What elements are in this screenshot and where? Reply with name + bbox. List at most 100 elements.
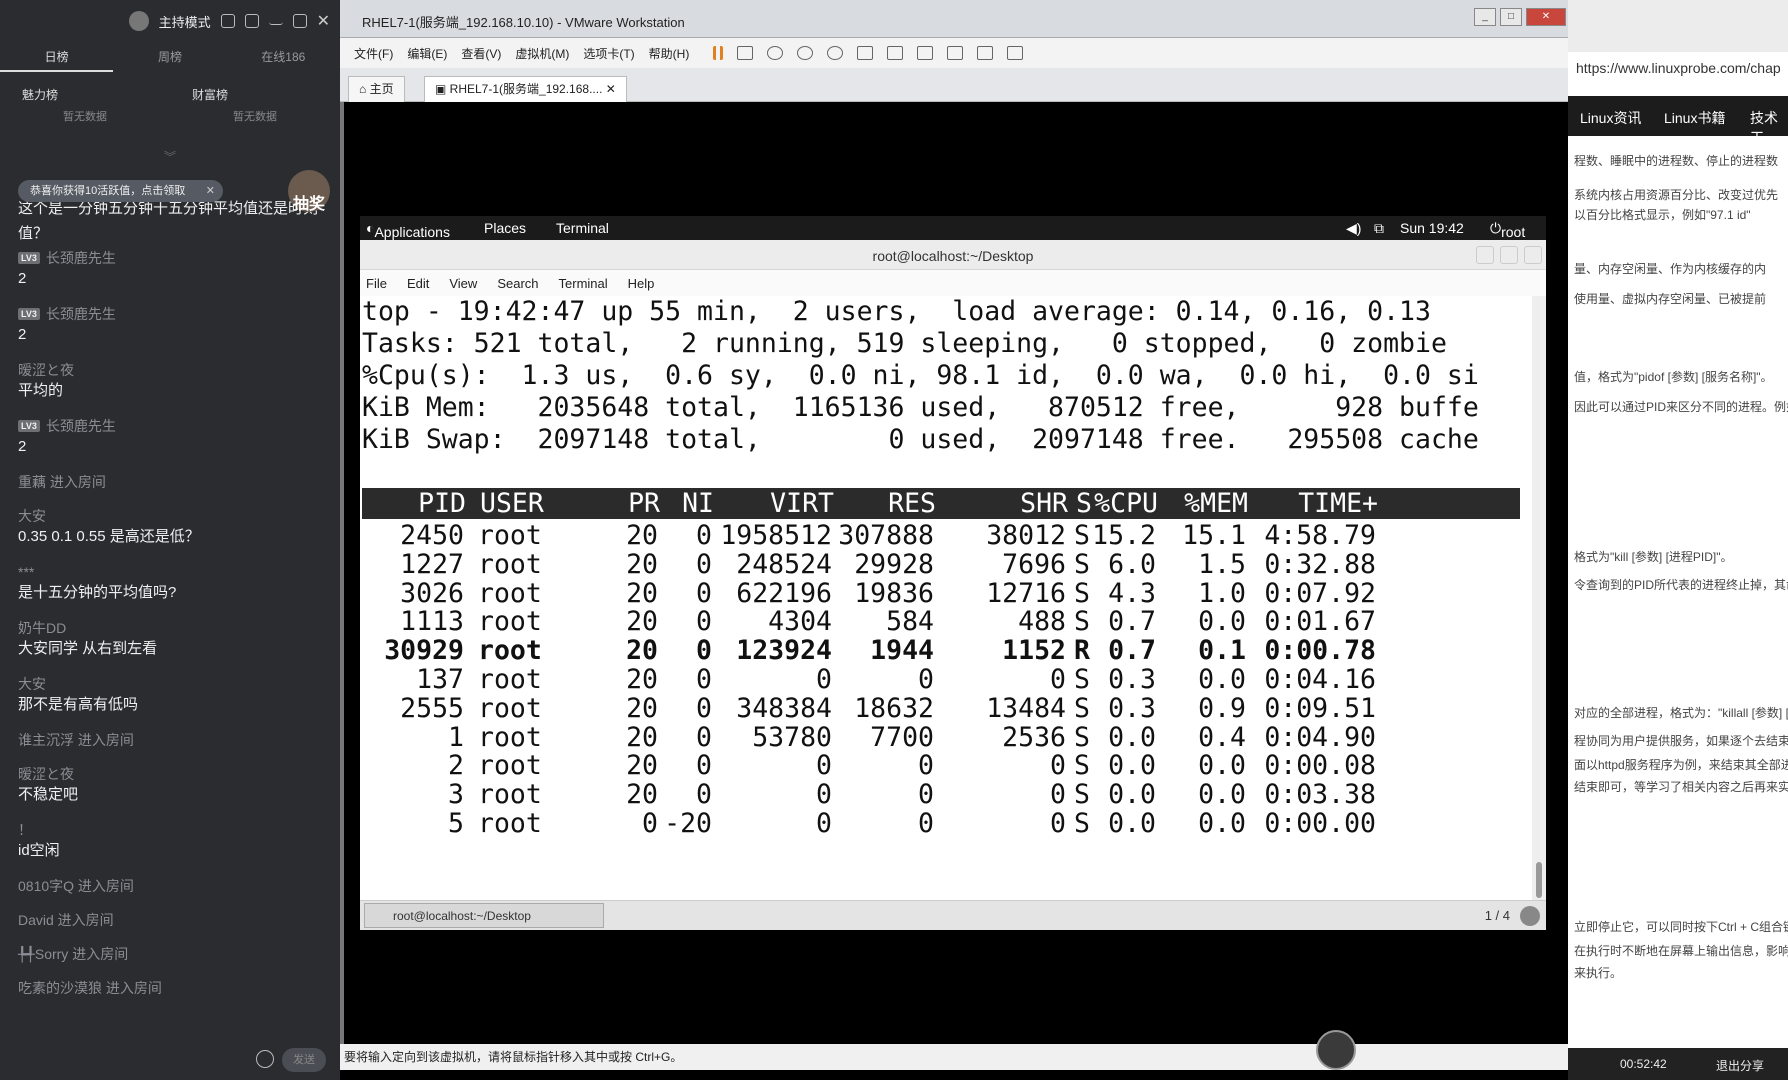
chat-nick[interactable]: 暧涩と夜 (18, 764, 328, 784)
terminal-scrollbar[interactable] (1532, 296, 1546, 906)
pause-icon[interactable] (713, 46, 724, 60)
tab-weekly[interactable]: 周榜 (113, 42, 226, 72)
wealth-rank[interactable]: 财富榜 (170, 82, 340, 108)
thumbnail-icon[interactable] (887, 46, 904, 60)
cell-pr: 20 (626, 750, 658, 782)
tab-vm[interactable]: ▣ RHEL7-1(服务端_192.168.... ✕ (424, 76, 627, 102)
menu-vm[interactable]: 虚拟机(M) (515, 45, 569, 62)
unity-icon[interactable] (947, 46, 964, 60)
chat-nick[interactable]: 大安 (18, 674, 328, 694)
exit-share-button[interactable]: 退出分享 (1716, 1057, 1764, 1074)
chat-nick[interactable]: LV3 长颈鹿先生 (18, 304, 328, 324)
clock[interactable]: Sun 19:42 (1400, 220, 1464, 236)
chat-nick[interactable]: 0810字Q 进入房间 (18, 876, 328, 896)
menu-terminal[interactable]: Terminal (559, 276, 608, 291)
toast-close-icon[interactable]: ✕ (206, 180, 215, 202)
sidebar-icon[interactable] (857, 46, 874, 60)
minimize-icon[interactable] (268, 17, 283, 25)
close-icon[interactable]: ✕ (317, 11, 330, 31)
tab-online[interactable]: 在线186 (227, 42, 340, 72)
menu-search[interactable]: Search (497, 276, 538, 291)
terminal-maximize-button[interactable] (1500, 246, 1518, 264)
cell-res: 0 (918, 808, 934, 839)
places-menu[interactable]: Places (484, 220, 526, 236)
stretch-icon[interactable] (1007, 46, 1024, 60)
user-menu[interactable]: ⏻ root (1490, 220, 1525, 240)
taskbar-terminal-item[interactable]: root@localhost:~/Desktop (364, 903, 604, 928)
chat-nick[interactable]: 大安 (18, 506, 328, 526)
address-bar[interactable]: https://www.linuxprobe.com/chap (1576, 60, 1781, 76)
menu-view[interactable]: 查看(V) (461, 45, 501, 62)
reward-toast[interactable]: 恭喜你获得10活跃值，点击领取 ✕ (18, 180, 223, 202)
tab-home[interactable]: ⌂ 主页 (348, 76, 405, 102)
workspace-icon[interactable] (1520, 906, 1540, 926)
edit-icon[interactable] (244, 14, 259, 28)
nav-tech[interactable]: 技术干 (1750, 108, 1788, 148)
chat-nick[interactable]: 谁主沉浮 进入房间 (18, 730, 328, 750)
cell-cpu: 4.3 (1108, 577, 1156, 609)
tab-daily[interactable]: 日榜 (0, 42, 114, 72)
nav-linux-news[interactable]: Linux资讯 (1580, 108, 1641, 128)
send-button[interactable]: 发送 (282, 1048, 326, 1072)
menu-edit[interactable]: 编辑(E) (407, 45, 447, 62)
chat-nick[interactable]: 暧涩と夜 (18, 360, 328, 380)
terminal-screen[interactable]: top - 19:42:47 up 55 min, 2 users, load … (360, 296, 1532, 906)
vmware-title: RHEL7-1(服务端_192.168.10.10) - VMware Work… (362, 15, 685, 30)
restore-snapshot-icon[interactable] (797, 46, 814, 60)
window-controls: _ □ ✕ (1474, 8, 1566, 26)
chat-nick[interactable]: 重藕 进入房间 (18, 472, 328, 492)
chat-nick[interactable]: 奶牛DD (18, 618, 328, 638)
chat-nick[interactable]: LV3 长颈鹿先生 (18, 248, 328, 268)
workspace-pager[interactable]: 1 / 4 (1485, 908, 1510, 923)
menu-help[interactable]: 帮助(H) (649, 45, 690, 62)
chat-nick-text: *** (18, 564, 35, 580)
chat-message: 大安 0.35 0.1 0.55 是高还是低？ (18, 506, 328, 548)
chat-nick[interactable]: *** (18, 562, 328, 582)
host-avatar (128, 11, 149, 31)
menu-file[interactable]: 文件(F) (354, 45, 393, 62)
cell-ni: 0 (696, 577, 712, 609)
article-line: 程数、睡眠中的进程数、停止的进程数 (1574, 154, 1779, 168)
menu-file[interactable]: File (366, 276, 387, 291)
scroll-thumb[interactable] (1536, 862, 1542, 898)
menu-help[interactable]: Help (628, 276, 655, 291)
close-button[interactable]: ✕ (1526, 8, 1566, 26)
chat-nick[interactable]: ╄╃Sorry 进入房间 (18, 944, 328, 964)
settings-icon[interactable] (220, 14, 235, 28)
cell-user: root (478, 635, 542, 667)
chat-nick[interactable]: ！ (18, 820, 328, 840)
menu-edit[interactable]: Edit (407, 276, 429, 291)
chat-nick[interactable]: 吃素的沙漠狼 进入房间 (18, 978, 328, 998)
emoji-icon[interactable] (256, 1050, 274, 1068)
chat-nick[interactable]: David 进入房间 (18, 910, 328, 930)
applications-menu[interactable]: ◐ Applications (366, 220, 450, 240)
tab-close-icon[interactable]: ✕ (606, 82, 616, 96)
cell-cpu: 0.0 (1108, 721, 1156, 753)
chevron-down-icon[interactable]: ︾ (0, 148, 340, 166)
cell-time: 0:09.51 (1264, 692, 1376, 724)
menu-tabs[interactable]: 选项卡(T) (583, 45, 634, 62)
chat-nick[interactable]: LV3 长颈鹿先生 (18, 416, 328, 436)
snapshot-manager-icon[interactable] (827, 46, 844, 60)
cell-pr: 20 (626, 577, 658, 609)
nav-linux-books[interactable]: Linux书籍 (1664, 108, 1725, 128)
col-header-cpu: %CPU (1094, 488, 1158, 519)
fullscreen-icon[interactable] (917, 46, 934, 60)
maximize-button[interactable]: □ (1500, 8, 1522, 26)
charm-rank[interactable]: 魅力榜 (0, 82, 170, 108)
terminal-close-button[interactable] (1524, 246, 1542, 264)
console-icon[interactable] (977, 46, 994, 60)
chat-text: 2 (18, 438, 27, 455)
vmware-tabs: ⌂ 主页 ▣ RHEL7-1(服务端_192.168.... ✕ (340, 68, 1574, 102)
volume-icon[interactable]: ◀) (1346, 220, 1361, 237)
minimize-button[interactable]: _ (1474, 8, 1496, 26)
chat-message: 重藕 进入房间 (18, 472, 328, 492)
snapshot-icon[interactable] (767, 46, 784, 60)
send-ctrl-alt-del-icon[interactable] (737, 46, 754, 60)
menu-view[interactable]: View (449, 276, 477, 291)
maximize-icon[interactable] (292, 14, 307, 28)
terminal-app-menu[interactable]: Terminal (556, 220, 609, 236)
lottery-button[interactable]: 抽奖 (288, 170, 330, 213)
network-icon[interactable]: ⧉ (1374, 220, 1384, 237)
terminal-minimize-button[interactable] (1476, 246, 1494, 264)
